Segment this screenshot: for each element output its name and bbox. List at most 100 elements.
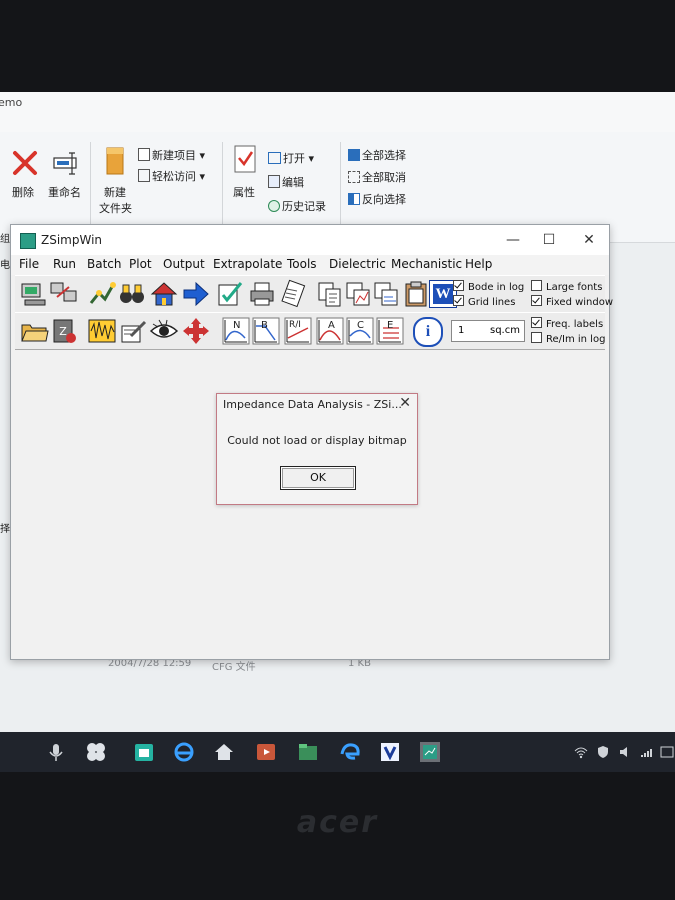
area-value: 1 <box>458 325 465 336</box>
internet-explorer-icon[interactable] <box>172 740 196 764</box>
binoculars-icon[interactable] <box>117 279 147 309</box>
left-fragment: 电 <box>0 260 10 271</box>
select-none-button[interactable]: 全部取消 <box>348 169 406 185</box>
svg-text:Z: Z <box>59 325 67 338</box>
ribbon-separator <box>340 142 341 227</box>
rename-button[interactable]: 重命名 <box>48 184 81 200</box>
menu-help[interactable]: Help <box>465 257 492 271</box>
invert-selection-button[interactable]: 反向选择 <box>348 191 406 207</box>
delete-button[interactable]: 删除 <box>12 184 34 200</box>
edit-icon <box>268 175 280 188</box>
toolbar-row-2: Z N B R/I A C E i 1 sq.cm Freq. labels R… <box>15 312 605 350</box>
microphone-icon[interactable] <box>44 740 68 764</box>
re-im-log-checkbox[interactable]: Re/Im in log <box>531 332 605 345</box>
eye-icon[interactable] <box>149 316 179 346</box>
zip-icon[interactable]: Z <box>49 316 79 346</box>
menu-plot[interactable]: Plot <box>129 257 152 271</box>
edge-icon[interactable] <box>338 740 362 764</box>
rename-icon[interactable] <box>52 150 80 176</box>
store-icon[interactable] <box>132 740 156 764</box>
file-explorer-icon[interactable] <box>296 740 320 764</box>
capacitance-plot-button[interactable]: C <box>357 320 364 331</box>
checklist-icon[interactable] <box>215 279 245 309</box>
clipboard-icon[interactable] <box>401 279 431 309</box>
paste-graph-icon[interactable] <box>371 279 401 309</box>
notepad-icon[interactable] <box>277 279 307 309</box>
grid-lines-checkbox[interactable]: Grid lines <box>453 295 515 308</box>
copy-graph-icon[interactable] <box>343 279 373 309</box>
new-item-button[interactable]: 新建项目 ▾ <box>138 147 205 163</box>
dialog-close-button[interactable]: ✕ <box>399 395 411 411</box>
open-icon <box>268 152 281 164</box>
zsimpwin-window: ZSimpWin — ☐ ✕ File Run Batch Plot Outpu… <box>10 224 613 660</box>
open-folder-icon[interactable] <box>19 316 49 346</box>
large-fonts-checkbox[interactable]: Large fonts <box>531 280 602 293</box>
volume-icon[interactable] <box>618 745 632 759</box>
ribbon-separator <box>222 142 223 227</box>
easy-access-button[interactable]: 轻松访问 ▾ <box>138 168 205 184</box>
bode-plot-button[interactable]: B <box>261 320 268 331</box>
bode-log-box <box>453 280 464 291</box>
menu-output[interactable]: Output <box>163 257 205 271</box>
explorer-titlebar: emo <box>0 92 675 132</box>
properties-icon[interactable] <box>233 144 257 174</box>
bode-log-checkbox[interactable]: Bode in log <box>453 280 524 293</box>
menu-run[interactable]: Run <box>53 257 76 271</box>
media-player-icon[interactable] <box>254 740 278 764</box>
notification-icon[interactable] <box>660 745 674 759</box>
menu-mechanistic[interactable]: Mechanistic <box>391 257 462 271</box>
freq-labels-checkbox[interactable]: Freq. labels <box>531 317 603 330</box>
app-fan-icon[interactable] <box>84 740 108 764</box>
history-icon <box>268 200 280 212</box>
delete-icon[interactable] <box>12 150 38 176</box>
brand-logo: acer <box>296 805 379 840</box>
edit-data-icon[interactable] <box>119 316 149 346</box>
arrow-right-icon[interactable] <box>181 279 211 309</box>
print-icon[interactable] <box>247 279 277 309</box>
dielectric-plot-button[interactable]: E <box>387 320 393 331</box>
menu-dielectric[interactable]: Dielectric <box>329 257 386 271</box>
copy-icon[interactable] <box>315 279 345 309</box>
menu-extrapolate[interactable]: Extrapolate <box>213 257 282 271</box>
fit-wizard-icon[interactable] <box>87 279 117 309</box>
properties-button[interactable]: 属性 <box>233 184 255 200</box>
menu-file[interactable]: File <box>19 257 39 271</box>
vmware-icon[interactable] <box>378 740 402 764</box>
admittance-plot-button[interactable]: A <box>328 320 335 331</box>
menu-tools[interactable]: Tools <box>287 257 317 271</box>
zsimpwin-titlebar[interactable]: ZSimpWin — ☐ ✕ <box>11 225 609 255</box>
zsimpwin-taskbar-icon[interactable] <box>418 740 442 764</box>
screen: emo 删除 重命名 新建 文件夹 新建项目 ▾ 轻松访问 ▾ 属性 打开 ▾ … <box>0 92 675 772</box>
minimize-button[interactable]: — <box>495 229 531 251</box>
zsimpwin-app-icon <box>20 233 36 249</box>
menu-bar: File Run Batch Plot Output Extrapolate T… <box>11 255 609 275</box>
edit-button[interactable]: 编辑 <box>268 174 304 190</box>
real-imag-plot-button[interactable]: R/I <box>289 320 301 330</box>
ok-button[interactable]: OK <box>280 466 356 490</box>
area-input[interactable]: 1 sq.cm <box>451 320 525 342</box>
computer-link-icon[interactable] <box>49 279 79 309</box>
open-button[interactable]: 打开 ▾ <box>268 150 314 166</box>
move-icon[interactable] <box>181 316 211 346</box>
menu-batch[interactable]: Batch <box>87 257 122 271</box>
fixed-window-checkbox[interactable]: Fixed window <box>531 295 613 308</box>
re-im-log-box <box>531 332 542 343</box>
new-folder-button[interactable]: 新建 <box>104 184 126 200</box>
close-button[interactable]: ✕ <box>571 229 607 251</box>
home-icon[interactable] <box>149 279 179 309</box>
toolbar-row-1: W Bode in log Grid lines Large fonts Fix… <box>15 275 613 313</box>
maximize-button[interactable]: ☐ <box>531 229 567 251</box>
computer-icon[interactable] <box>19 279 49 309</box>
dialog-title: Impedance Data Analysis - ZSi... <box>223 398 402 411</box>
nyquist-plot-button[interactable]: N <box>233 320 240 331</box>
select-all-button[interactable]: 全部选择 <box>348 147 406 163</box>
history-button[interactable]: 历史记录 <box>268 198 326 214</box>
new-folder-icon[interactable] <box>104 146 126 176</box>
shield-icon[interactable] <box>596 745 610 759</box>
noise-data-icon[interactable] <box>87 316 117 346</box>
network-icon[interactable] <box>640 745 654 759</box>
info-icon[interactable]: i <box>413 317 443 347</box>
wifi-icon[interactable] <box>574 745 588 759</box>
taskbar <box>0 732 675 772</box>
home-taskbar-icon[interactable] <box>212 740 236 764</box>
